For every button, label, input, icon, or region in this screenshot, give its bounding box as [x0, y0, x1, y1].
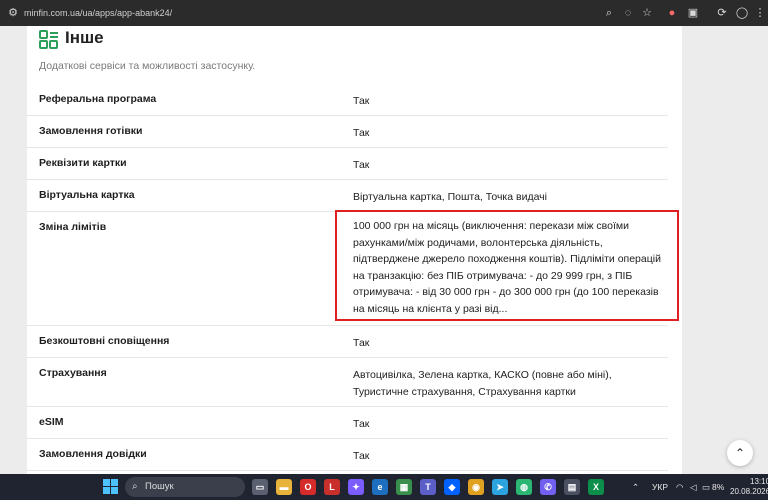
table-row: Страхування Автоцивілка, Зелена картка, …	[27, 358, 668, 407]
app-l-icon[interactable]: L	[324, 479, 340, 495]
telegram-icon[interactable]: ➤	[492, 479, 508, 495]
taskbar-search[interactable]: ⌕ Пошук	[125, 477, 245, 497]
taskbar: ⌕ Пошук ▭ ▬ O L ✦ e ▦ T ◆ ◉ ➤ ◍ ✆ ▤ X ⌃ …	[0, 474, 768, 500]
row-value: Так	[353, 337, 370, 349]
file-explorer-icon[interactable]: ▬	[276, 479, 292, 495]
task-view-icon[interactable]: ▭	[252, 479, 268, 495]
app-ai-icon[interactable]: ✦	[348, 479, 364, 495]
battery-icon[interactable]: ▭	[702, 474, 710, 500]
opera-icon[interactable]: O	[300, 479, 316, 495]
table-row: Зміна лімітів 100 000 грн на місяць (вик…	[27, 212, 668, 326]
row-label: Страхування	[39, 367, 107, 379]
menu-icon[interactable]: ⋮	[753, 6, 767, 20]
browser-address-bar: ⚙ minfin.com.ua/ua/apps/app-abank24/ ⌕ ◌…	[0, 0, 768, 26]
dropbox-icon[interactable]: ◆	[444, 479, 460, 495]
row-value: Так	[353, 450, 370, 462]
star-icon[interactable]: ☆	[640, 6, 654, 20]
volume-icon[interactable]: ◁	[690, 474, 697, 500]
search-icon: ⌕	[132, 481, 138, 492]
grid-icon	[39, 30, 58, 49]
url-field[interactable]: minfin.com.ua/ua/apps/app-abank24/	[24, 0, 172, 26]
chrome-icon[interactable]: ◉	[468, 479, 484, 495]
row-label: eSIM	[39, 416, 64, 428]
clock-time: 13:10	[750, 477, 768, 486]
row-label: Реквізити картки	[39, 157, 127, 169]
profile-icon[interactable]: ◯	[735, 6, 749, 20]
teams-icon[interactable]: T	[420, 479, 436, 495]
page-content: Інше Додаткові сервіси та можливості зас…	[0, 26, 768, 474]
row-label: Замовлення довідки	[39, 448, 147, 460]
clock[interactable]: 13:10 20.08.2026	[730, 477, 768, 497]
row-value: Так	[353, 159, 370, 171]
table-row: Реферальна програма Так	[27, 84, 668, 116]
clock-date: 20.08.2026	[730, 487, 768, 496]
row-label: Зміна лімітів	[39, 221, 107, 233]
row-label: Безкоштовні сповіщення	[39, 335, 170, 347]
eye-off-icon[interactable]: ◌	[621, 6, 635, 20]
table-row: Замовлення готівки Так	[27, 116, 668, 148]
row-value: Так	[353, 95, 370, 107]
row-value: Автоцивілка, Зелена картка, КАСКО (повне…	[353, 369, 612, 398]
viber-icon[interactable]: ✆	[540, 479, 556, 495]
excel-icon[interactable]: X	[588, 479, 604, 495]
table-row: Замовлення довідки Так	[27, 439, 668, 471]
section-card: Інше Додаткові сервіси та можливості зас…	[27, 26, 682, 474]
section-title: Інше	[65, 28, 104, 47]
language-indicator[interactable]: УКР	[652, 474, 668, 500]
scroll-up-icon[interactable]: ⌃	[727, 440, 753, 466]
edge-icon[interactable]: e	[372, 479, 388, 495]
table-row: Реквізити картки Так	[27, 148, 668, 180]
search-label: Пошук	[145, 481, 174, 492]
extension-badge-icon[interactable]: ●	[665, 6, 679, 20]
calculator-icon[interactable]: ▤	[564, 479, 580, 495]
table-row: Віртуальна картка Віртуальна картка, Пош…	[27, 180, 668, 212]
row-value: 100 000 грн на місяць (виключення: перек…	[353, 220, 661, 315]
store-icon[interactable]: ▦	[396, 479, 412, 495]
row-label: Замовлення готівки	[39, 125, 143, 137]
app-green-icon[interactable]: ◍	[516, 479, 532, 495]
battery-percent: 8%	[712, 482, 725, 492]
table-row: eSIM Так	[27, 407, 668, 439]
section-subtitle: Додаткові сервіси та можливості застосун…	[39, 60, 256, 72]
row-label: Віртуальна картка	[39, 189, 135, 201]
row-value: Так	[353, 418, 370, 430]
start-button[interactable]	[103, 479, 119, 495]
row-label: Реферальна програма	[39, 93, 157, 105]
search-icon[interactable]: ⌕	[602, 6, 616, 20]
tray-chevron-icon[interactable]: ⌃	[632, 474, 639, 500]
site-info-icon[interactable]: ⚙	[6, 6, 20, 20]
row-value: Віртуальна картка, Пошта, Точка видачі	[353, 191, 547, 203]
table-row: Безкоштовні сповіщення Так	[27, 326, 668, 358]
row-value: Так	[353, 127, 370, 139]
sync-icon[interactable]: ⟳	[715, 6, 729, 20]
extensions-icon[interactable]: ▣	[686, 6, 700, 20]
wifi-icon[interactable]: ◠	[676, 474, 683, 500]
